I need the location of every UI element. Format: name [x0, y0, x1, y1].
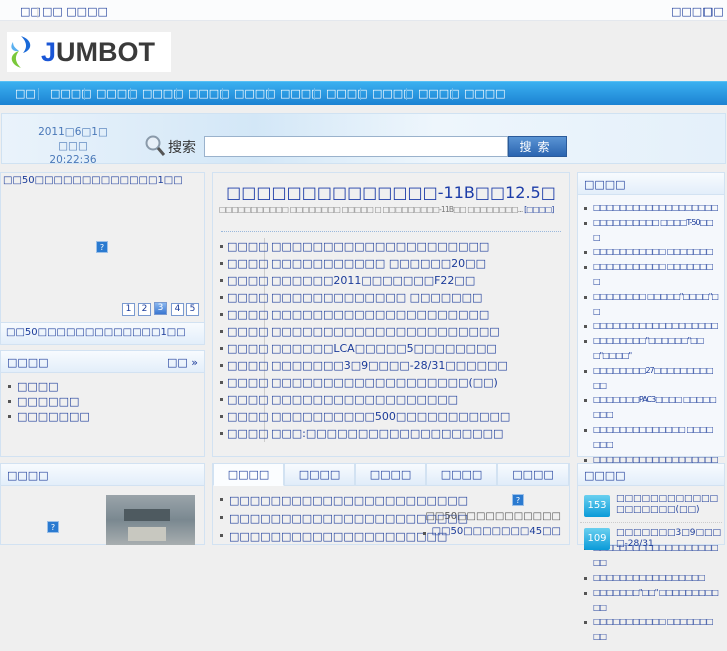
- right-list-item[interactable]: □□□□□□□□□□□ □□□□□□□: [583, 245, 719, 260]
- nav-item[interactable]: □□□□: [372, 87, 414, 100]
- headline-title[interactable]: □□□□□□□□□□□□□□-11B□□12.5□: [213, 183, 569, 202]
- right-list-item[interactable]: □□□□□□□□□□□□□□□□□□□: [583, 201, 719, 216]
- more-link[interactable]: □□ »: [167, 356, 198, 369]
- news-item[interactable]: □□□□ □□□:□□□□□□□□□□□□□□□□□□□: [219, 425, 563, 442]
- top-link-login[interactable]: □□: [703, 5, 724, 18]
- news-item[interactable]: □□□□ □□□□□□2011□□□□□□□F22□□: [219, 272, 563, 289]
- tab[interactable]: □□□□: [497, 463, 569, 486]
- list-item[interactable]: □□□□□□□: [7, 409, 198, 424]
- headline-summary: □□□□□□□□□□□ □□□□□□□□ □□□□□ □ □□□□□□□□□-1…: [219, 205, 554, 214]
- tab-side-caption: □□50□□□□□□□□□□□: [425, 511, 561, 522]
- read-more-link[interactable]: [□□□□]: [524, 205, 554, 214]
- right-list-item[interactable]: □□□□□□□"□□" □□□□□□□□□□□: [583, 586, 719, 616]
- box-header: □□□□: [1, 464, 204, 486]
- nav-item[interactable]: □□□□: [464, 87, 506, 100]
- date-display: 2011□6□1□ □□□ 20:22:36: [38, 126, 108, 166]
- top-bar: □□ | □□ □□□□ □□□□ □□: [0, 0, 727, 21]
- slideshow: □□50□□□□□□□□□□□□□1□□ □□50□□□□□□□□□□□□□1□…: [0, 172, 205, 345]
- search-icon: [145, 135, 165, 156]
- slide-page[interactable]: 5: [186, 303, 199, 316]
- news-item[interactable]: □□□□ □□□□□□LCA□□□□□5□□□□□□□□: [219, 340, 563, 357]
- nav-item[interactable]: □□□□: [280, 87, 322, 100]
- count-badge: 153: [584, 495, 610, 517]
- news-item[interactable]: □□□□ □□□□□□□□□□□□□□□□□□□□□□: [219, 323, 563, 340]
- slide-page-active[interactable]: 3: [154, 302, 167, 315]
- main-nav: □□ □□□□ □□□□ □□□□ □□□□ □□□□ □□□□ □□□□ □□…: [0, 81, 727, 105]
- news-item[interactable]: □□□□ □□□□□□□□□□500□□□□□□□□□□□: [219, 408, 563, 425]
- box-header: □□□□: [578, 173, 724, 195]
- right-list-item[interactable]: □□□□□□□□"□□□□□□"□□□"□□□□": [583, 334, 719, 364]
- search-input[interactable]: [204, 136, 508, 157]
- nav-item[interactable]: □□: [15, 87, 36, 100]
- headline-box: □□□□□□□□□□□□□□-11B□□12.5□ □□□□□□□□□□□ □□…: [212, 172, 570, 457]
- rank-item[interactable]: □□□□□□□3□9□□□□-28/31: [616, 528, 722, 550]
- top-link-favorite[interactable]: □□ □□□□: [42, 5, 108, 18]
- news-item[interactable]: □□□□ □□□□□□□□□□□□□ □□□□□□□: [219, 289, 563, 306]
- ship-photo[interactable]: [106, 495, 195, 545]
- news-item[interactable]: □□□□ □□□□□□□□□□□□□□□□□□□□□: [219, 238, 563, 255]
- slide-caption[interactable]: □□50□□□□□□□□□□□□□1□□: [1, 322, 204, 344]
- right-list-item[interactable]: □□□□□□□□27□□□□□□□□□□□: [583, 364, 719, 394]
- list-item[interactable]: □□□□: [7, 379, 198, 394]
- right-list-item[interactable]: □□□□□□□□□□□□□□□□□: [583, 571, 719, 586]
- tab[interactable]: □□□□: [213, 463, 284, 486]
- nav-item[interactable]: □□□□: [188, 87, 230, 100]
- nav-item[interactable]: □□□□: [418, 87, 460, 100]
- broken-image-icon: ?: [47, 521, 59, 533]
- slide-title[interactable]: □□50□□□□□□□□□□□□□1□□: [1, 173, 204, 188]
- tab[interactable]: □□□□: [284, 463, 355, 486]
- right-list-box: □□□□ □□□□□□□□□□□□□□□□□□□ □□□□□□□□□□ □□□□T…: [577, 172, 725, 641]
- logo-text: JUMBOT: [41, 36, 156, 67]
- right-list-item[interactable]: □□□□□□□PAC3□□□□ □□□□□□□□: [583, 393, 719, 423]
- box-header: □□□□: [578, 464, 724, 486]
- divider: [221, 231, 561, 232]
- right-list-item[interactable]: □□□□□□□□□□□ □□□□□□□□□: [583, 615, 719, 645]
- tab[interactable]: □□□□: [355, 463, 426, 486]
- nav-item[interactable]: □□□□: [234, 87, 276, 100]
- rank-item[interactable]: □□□□□□□□□□□□□□□□□□□(□□): [616, 494, 722, 516]
- news-item[interactable]: □□□□ □□□□□□□3□9□□□□-28/31□□□□□□: [219, 357, 563, 374]
- count-badge: 109: [584, 528, 610, 550]
- left-list-box: □□□□ □□ » □□□□ □□□□□□ □□□□□□□: [0, 350, 205, 457]
- box-title: □□□□: [7, 356, 49, 369]
- slide-page[interactable]: 2: [138, 303, 151, 316]
- list-item[interactable]: □□□□□□: [7, 394, 198, 409]
- news-item[interactable]: □□□□ □□□□□□□□□□□□□□□□□□: [219, 391, 563, 408]
- right-list-item[interactable]: □□□□□□□□□□ □□□□T-50□□□: [583, 216, 719, 246]
- search-button[interactable]: 搜索: [508, 136, 567, 157]
- nav-item[interactable]: □□□□: [96, 87, 138, 100]
- news-list: □□□□ □□□□□□□□□□□□□□□□□□□□□ □□□□ □□□□□□□□□□…: [213, 238, 569, 442]
- right-list-item[interactable]: □□□□□□□□ □□□□□"□□□□"□□: [583, 290, 719, 320]
- news-item[interactable]: □□□□ □□□□□□□□□□□□□□□□□□□(□□): [219, 374, 563, 391]
- broken-image-icon: ?: [512, 494, 524, 506]
- tab-news-item[interactable]: □□□□□□□□□□□□□□□□□□□□□□□: [219, 492, 468, 510]
- right-list-item[interactable]: □□□□□□□□□□□ □□□□□□□□: [583, 260, 719, 290]
- right-list-item[interactable]: □□□□□□□□□□□□□□ □□□□□□□: [583, 423, 719, 453]
- box-header: □□□□ □□ »: [1, 351, 204, 373]
- nav-item[interactable]: □□□□: [142, 87, 184, 100]
- tab-side-item[interactable]: □□50□□□□□□□45□□: [422, 526, 561, 537]
- site-logo[interactable]: JUMBOT: [7, 32, 171, 72]
- slide-page[interactable]: 4: [171, 303, 184, 316]
- nav-item[interactable]: □□□□: [50, 87, 92, 100]
- right-rank-box: □□□□ 153 □□□□□□□□□□□□□□□□□□□(□□) 109 □□□…: [577, 463, 725, 550]
- right-list-item[interactable]: □□□□□□□□□□□□□□□□□□□: [583, 319, 719, 334]
- tab[interactable]: □□□□: [426, 463, 497, 486]
- search-label: 搜索: [168, 140, 196, 156]
- news-item[interactable]: □□□□ □□□□□□□□□□□□□□□□□□□□□: [219, 306, 563, 323]
- news-item[interactable]: □□□□ □□□□□□□□□□□ □□□□□□20□□: [219, 255, 563, 272]
- divider: |: [36, 5, 40, 18]
- nav-item[interactable]: □□□□: [326, 87, 368, 100]
- logo-icon: [11, 36, 31, 68]
- broken-image-icon: ?: [96, 241, 108, 253]
- slide-page[interactable]: 1: [122, 303, 135, 316]
